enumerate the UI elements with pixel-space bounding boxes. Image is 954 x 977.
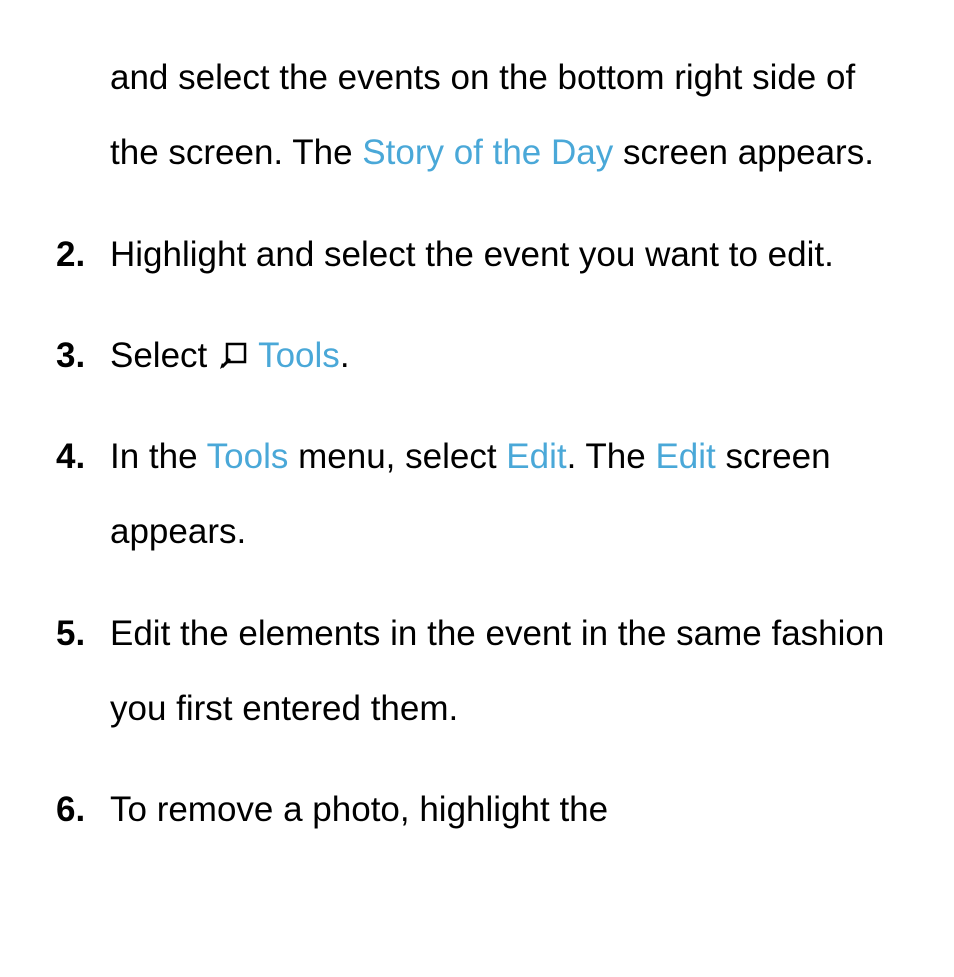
link-tools[interactable]: Tools xyxy=(207,437,289,476)
text-fragment: . xyxy=(340,336,350,375)
link-edit[interactable]: Edit xyxy=(655,437,715,476)
text-fragment: screen appears. xyxy=(613,133,874,172)
text-fragment: To remove a photo, highlight the xyxy=(110,790,608,829)
step-1-continuation: and select the events on the bottom righ… xyxy=(50,40,904,191)
text-fragment: Highlight and select the event you want … xyxy=(110,235,834,274)
link-edit[interactable]: Edit xyxy=(506,437,566,476)
link-tools[interactable]: Tools xyxy=(258,336,340,375)
step-3: Select Tools. xyxy=(50,318,904,393)
step-4: In the Tools menu, select Edit. The Edit… xyxy=(50,419,904,570)
tools-icon xyxy=(219,321,247,349)
text-fragment: Edit the elements in the event in the sa… xyxy=(110,614,884,728)
step-6: To remove a photo, highlight the xyxy=(50,772,904,847)
step-5: Edit the elements in the event in the sa… xyxy=(50,596,904,747)
link-story-of-the-day[interactable]: Story of the Day xyxy=(362,133,613,172)
step-2: Highlight and select the event you want … xyxy=(50,217,904,292)
text-fragment: Select xyxy=(110,336,217,375)
text-fragment: menu, select xyxy=(288,437,506,476)
instruction-list: Highlight and select the event you want … xyxy=(50,217,904,848)
text-fragment: . The xyxy=(567,437,656,476)
text-fragment: In the xyxy=(110,437,207,476)
text-fragment xyxy=(249,336,258,375)
